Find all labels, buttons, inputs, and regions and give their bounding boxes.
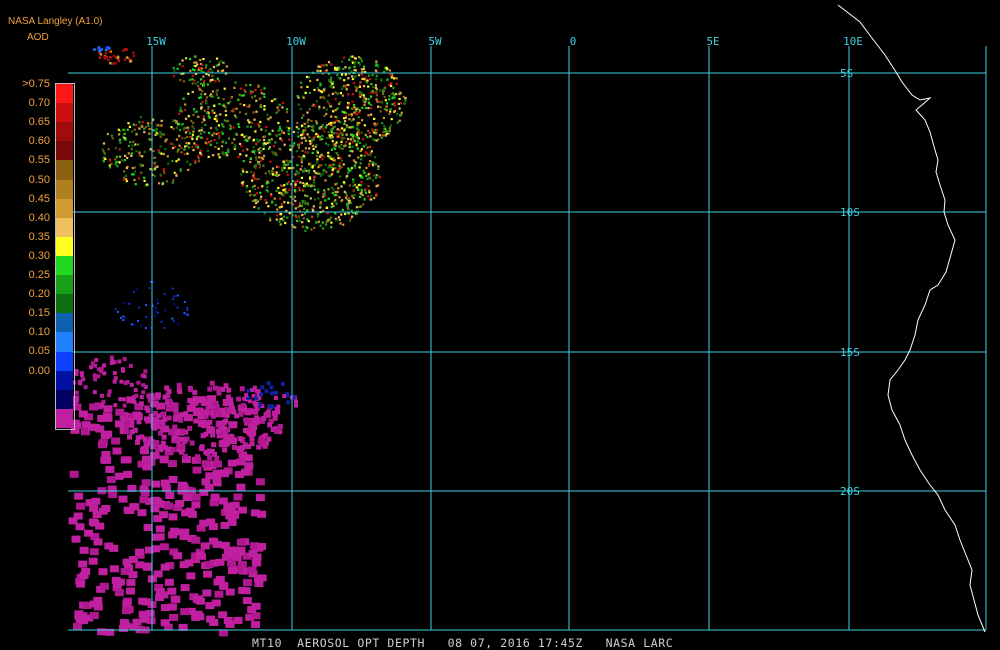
- latitude-label: 15S: [840, 346, 860, 359]
- latitude-label: 10S: [840, 206, 860, 219]
- legend-label: 0.05: [28, 345, 50, 358]
- legend-label: 0.15: [28, 307, 50, 320]
- legend-label: 0.25: [28, 269, 50, 281]
- longitude-label: 10W: [286, 35, 306, 48]
- legend-label: 0.65: [28, 116, 50, 129]
- coastline: [837, 4, 986, 633]
- legend-label: 0.40: [28, 211, 50, 224]
- map-canvas: 15W 10W 5W 0 5E 10E 5S 10S 15S 20S: [68, 4, 987, 637]
- legend-label: 0.10: [28, 326, 50, 339]
- legend-label: 0.20: [28, 288, 50, 301]
- longitude-label: 15W: [146, 35, 166, 48]
- legend-label: >0.75: [22, 78, 50, 90]
- legend-label: 0.55: [28, 154, 50, 167]
- longitude-label: 10E: [843, 35, 863, 48]
- legend-label: 0.30: [28, 249, 50, 262]
- legend-label: 0.35: [28, 230, 50, 243]
- legend-frame: [55, 83, 75, 430]
- legend-label: 0.50: [28, 173, 50, 186]
- aod-layer: [68, 46, 407, 637]
- longitude-label: 5E: [706, 35, 719, 48]
- source-title: NASA Langley (A1.0): [8, 16, 103, 27]
- aod-color-legend: >0.75 0.70 0.65 0.60 0.55 0.50 0.45 0.40 0.35 0.3…: [0, 78, 80, 438]
- legend-label: 0.45: [28, 192, 50, 205]
- latitude-label: 5S: [840, 67, 853, 80]
- longitude-label: 5W: [428, 35, 442, 48]
- footer-caption: MT10 AEROSOL OPT DEPTH 08 07, 2016 17:45…: [252, 636, 674, 650]
- longitude-label: 0: [570, 35, 577, 48]
- latitude-label: 20S: [840, 485, 860, 498]
- legend-label: 0.70: [28, 97, 50, 110]
- legend-label: 0.60: [28, 135, 50, 148]
- product-title: AOD: [27, 32, 49, 43]
- legend-label: 0.00: [28, 364, 50, 377]
